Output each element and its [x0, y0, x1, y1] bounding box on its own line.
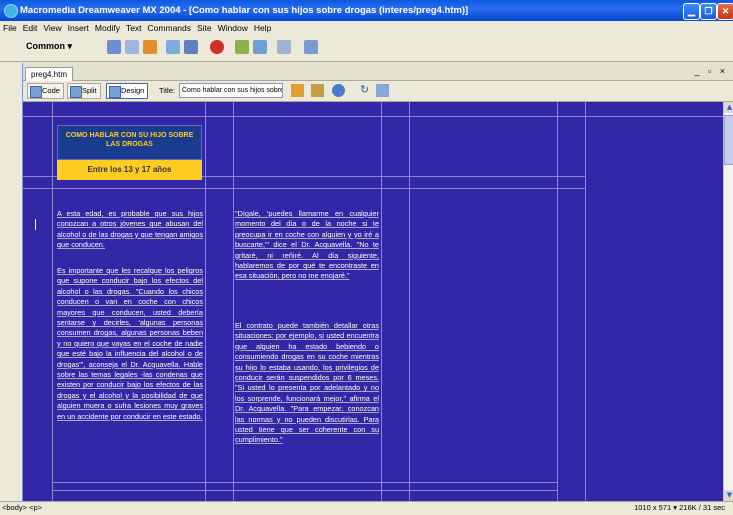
- design-view-button[interactable]: Design: [106, 83, 149, 99]
- menu-modify[interactable]: Modify: [92, 21, 123, 34]
- date-icon[interactable]: [253, 40, 267, 54]
- layer-icon[interactable]: [184, 40, 198, 54]
- document-toolbar: Code Split Design Title: Como hablar con…: [23, 81, 733, 102]
- template-icon[interactable]: [277, 40, 291, 54]
- vertical-scrollbar[interactable]: ▲ ▼: [723, 102, 733, 501]
- design-view[interactable]: COMO HABLAR CON SU HIJO SOBRE LAS DROGAS…: [23, 102, 723, 501]
- table-cell-border: [52, 102, 53, 501]
- document-window-controls[interactable]: _ ▫ ×: [695, 66, 728, 76]
- col2-paragraph-2[interactable]: El contrato puede también detallar otras…: [235, 321, 379, 446]
- status-bar: <body> <p> 1010 x 571 ▾ 216K / 31 sec: [0, 501, 733, 515]
- split-view-button[interactable]: Split: [67, 83, 101, 99]
- insert-bar: Common ▾: [0, 35, 733, 62]
- age-band-banner: Entre los 13 y 17 años: [57, 160, 202, 180]
- menu-edit[interactable]: Edit: [20, 21, 41, 34]
- table-cell-border: [205, 102, 206, 501]
- scroll-thumb[interactable]: [724, 115, 733, 165]
- menu-commands[interactable]: Commands: [145, 21, 194, 34]
- media-icon[interactable]: [235, 40, 249, 54]
- design-view-icon: [109, 86, 121, 98]
- file-management-icon[interactable]: [291, 84, 304, 97]
- menu-text[interactable]: Text: [123, 21, 145, 34]
- table-row-border: [23, 116, 723, 117]
- menu-insert[interactable]: Insert: [65, 21, 92, 34]
- code-view-button[interactable]: Code: [27, 83, 64, 99]
- title-label: Title:: [159, 86, 175, 95]
- insert-category-dropdown[interactable]: Common ▾: [26, 41, 72, 52]
- menu-view[interactable]: View: [40, 21, 64, 34]
- col2-paragraph-1[interactable]: "Dígale, 'puedes llamarme en cualquier m…: [235, 209, 379, 282]
- code-view-icon: [30, 86, 42, 98]
- col1-paragraph-1[interactable]: A esta edad, es probable que sus hijos c…: [57, 209, 203, 251]
- tag-chooser-icon[interactable]: [304, 40, 318, 54]
- table-row-border: [52, 490, 557, 491]
- tag-selector[interactable]: <body> <p>: [2, 502, 42, 514]
- minimize-button[interactable]: ▁: [683, 3, 700, 20]
- email-link-icon[interactable]: [125, 40, 139, 54]
- menu-bar: File Edit View Insert Modify Text Commands Site…: [0, 21, 733, 35]
- view-options-icon[interactable]: [376, 84, 389, 97]
- table-row-border: [23, 188, 585, 189]
- scroll-down-icon[interactable]: ▼: [724, 490, 733, 501]
- hyperlink-icon[interactable]: [107, 40, 121, 54]
- maximize-button[interactable]: ❐: [700, 3, 717, 20]
- page-heading-banner: COMO HABLAR CON SU HIJO SOBRE LAS DROGAS: [57, 125, 202, 160]
- title-bar: Macromedia Dreamweaver MX 2004 - [Como h…: [0, 0, 733, 21]
- image-icon[interactable]: [210, 40, 224, 54]
- dreamweaver-app-icon[interactable]: [4, 4, 18, 18]
- named-anchor-icon[interactable]: [143, 40, 157, 54]
- table-cell-border: [409, 102, 410, 501]
- document-size-info: 1010 x 571 ▾ 216K / 31 sec: [634, 503, 725, 512]
- menu-file[interactable]: File: [0, 21, 20, 34]
- table-cell-border: [585, 102, 586, 501]
- document-window: preg4.htm _ ▫ × Code Split Design Title:…: [22, 63, 733, 510]
- table-cell-border: [233, 102, 234, 501]
- text-cursor: [35, 219, 36, 230]
- split-view-icon: [70, 86, 82, 98]
- menu-help[interactable]: Help: [251, 21, 274, 34]
- menu-window[interactable]: Window: [215, 21, 251, 34]
- document-tab-row: preg4.htm _ ▫ ×: [23, 63, 733, 81]
- close-button[interactable]: ✕: [717, 3, 733, 20]
- scroll-up-icon[interactable]: ▲: [724, 102, 733, 113]
- table-icon[interactable]: [166, 40, 180, 54]
- refresh-icon[interactable]: ↻: [360, 84, 373, 97]
- preview-browser-icon[interactable]: [311, 84, 324, 97]
- table-cell-border: [557, 102, 558, 501]
- table-row-border: [52, 482, 557, 483]
- document-tab[interactable]: preg4.htm: [25, 67, 74, 81]
- table-cell-border: [381, 102, 382, 501]
- page-title-input[interactable]: Como hablar con sus hijos sobre drogas: [179, 83, 283, 98]
- window-title: Macromedia Dreamweaver MX 2004 - [Como h…: [20, 5, 469, 16]
- debug-icon[interactable]: [332, 84, 345, 97]
- col1-paragraph-2[interactable]: Es importante que les recalque los pelig…: [57, 266, 203, 422]
- menu-site[interactable]: Site: [194, 21, 215, 34]
